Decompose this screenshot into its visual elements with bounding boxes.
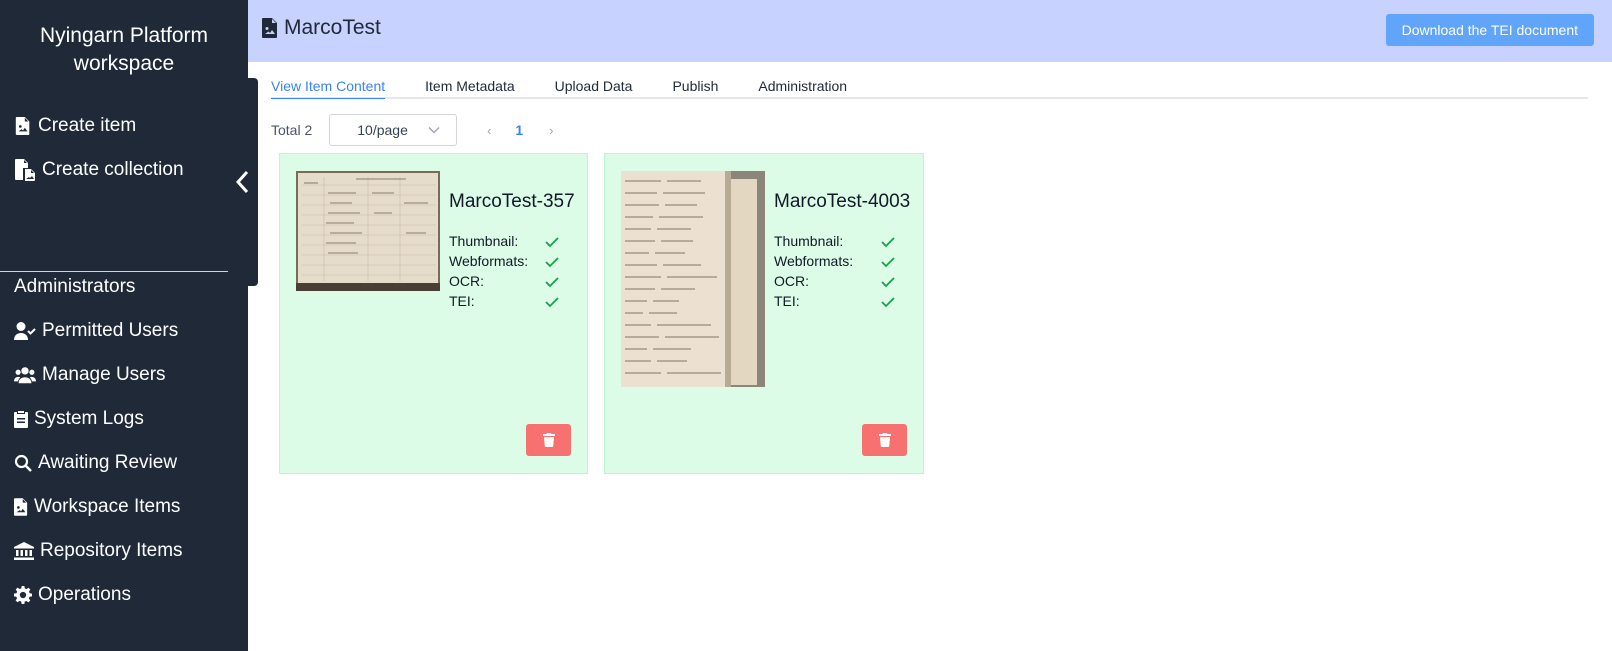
check-icon — [545, 257, 559, 268]
files-image-icon — [15, 159, 35, 181]
file-image-icon — [14, 498, 28, 516]
sidebar-item-awaiting-review[interactable]: Awaiting Review — [14, 448, 177, 478]
create-collection-link[interactable]: Create collection — [14, 155, 184, 185]
sidebar-item-label: System Logs — [34, 408, 144, 429]
thumbnail-status-label: Thumbnail: — [449, 233, 519, 249]
sidebar-item-label: Permitted Users — [42, 320, 179, 341]
tab-bar: View Item Content Item Metadata Upload D… — [271, 78, 1588, 99]
ocr-status-label: OCR: — [774, 273, 809, 289]
next-page-button[interactable]: › — [541, 123, 561, 138]
sidebar-item-manage-users[interactable]: Manage Users — [14, 360, 166, 390]
page-size-value: 10/page — [357, 122, 408, 138]
sidebar: Nyingarn Platform workspace Create item … — [0, 0, 248, 651]
users-icon — [14, 367, 36, 384]
check-icon — [881, 257, 895, 268]
sidebar-item-permitted-users[interactable]: Permitted Users — [14, 316, 178, 346]
bank-icon — [14, 542, 34, 560]
gear-icon — [14, 586, 32, 604]
manuscript-ledger-image — [296, 171, 440, 291]
check-icon — [545, 237, 559, 248]
trash-icon — [542, 433, 555, 447]
manuscript-page-image — [621, 171, 765, 387]
chevron-down-icon — [428, 127, 440, 134]
create-collection-label: Create collection — [42, 159, 184, 180]
brand-line-2: workspace — [73, 52, 175, 75]
search-icon — [14, 454, 32, 472]
create-item-label: Create item — [38, 115, 137, 136]
sidebar-item-label: Manage Users — [42, 364, 166, 385]
tab-item-metadata[interactable]: Item Metadata — [425, 78, 515, 99]
page-size-select[interactable]: 10/page — [329, 114, 458, 146]
tei-status-label: TEI: — [774, 293, 800, 309]
file-image-icon — [262, 18, 277, 38]
administrators-heading: Administrators — [14, 276, 136, 297]
check-icon — [881, 277, 895, 288]
sidebar-item-system-logs[interactable]: System Logs — [14, 404, 144, 434]
brand-title: Nyingarn Platform workspace — [0, 22, 248, 78]
trash-icon — [878, 433, 891, 447]
tab-publish[interactable]: Publish — [672, 78, 718, 99]
pagination: Total 2 10/page ‹ 1 › — [271, 114, 561, 146]
page-title: MarcoTest — [262, 16, 381, 40]
tab-view-item-content[interactable]: View Item Content — [271, 78, 386, 99]
check-icon — [545, 297, 559, 308]
delete-item-button[interactable] — [526, 424, 571, 456]
sidebar-item-label: Repository Items — [40, 540, 183, 561]
sidebar-item-label: Awaiting Review — [38, 452, 178, 473]
tei-status-label: TEI: — [449, 293, 475, 309]
page-header: MarcoTest Download the TEI document — [248, 0, 1612, 62]
file-image-icon — [15, 117, 30, 135]
prev-page-button[interactable]: ‹ — [479, 123, 499, 138]
thumbnail-status-label: Thumbnail: — [774, 233, 844, 249]
sidebar-item-label: Operations — [38, 584, 131, 605]
sidebar-item-label: Workspace Items — [34, 496, 181, 517]
sidebar-collapse-button[interactable] — [228, 78, 258, 286]
total-count: Total 2 — [271, 122, 313, 138]
item-card[interactable]: MarcoTest-4003 Thumbnail: Webformats: OC… — [604, 153, 924, 474]
chevron-left-icon — [235, 170, 249, 194]
item-thumbnail[interactable] — [296, 171, 440, 291]
webformats-status-label: Webformats: — [774, 253, 854, 269]
item-thumbnail[interactable] — [621, 171, 765, 387]
item-title[interactable]: MarcoTest-357 — [449, 191, 575, 213]
page-number-1[interactable]: 1 — [509, 122, 529, 138]
download-tei-button[interactable]: Download the TEI document — [1385, 14, 1594, 46]
create-item-link[interactable]: Create item — [14, 111, 136, 141]
delete-item-button[interactable] — [862, 424, 907, 456]
check-icon — [545, 277, 559, 288]
tab-upload-data[interactable]: Upload Data — [555, 78, 633, 99]
brand-line-1: Nyingarn Platform — [39, 24, 209, 47]
webformats-status-label: Webformats: — [449, 253, 529, 269]
item-card[interactable]: MarcoTest-357 Thumbnail: Webformats: OCR… — [279, 153, 588, 474]
check-icon — [881, 297, 895, 308]
sidebar-item-repository-items[interactable]: Repository Items — [14, 536, 183, 566]
sidebar-item-operations[interactable]: Operations — [14, 580, 131, 610]
sidebar-item-workspace-items[interactable]: Workspace Items — [14, 492, 180, 522]
tab-administration[interactable]: Administration — [758, 78, 847, 99]
page-title-text: MarcoTest — [284, 16, 381, 39]
item-title[interactable]: MarcoTest-4003 — [774, 191, 910, 213]
ocr-status-label: OCR: — [449, 273, 484, 289]
check-icon — [881, 237, 895, 248]
user-check-icon — [14, 322, 36, 340]
clipboard-icon — [14, 411, 28, 428]
